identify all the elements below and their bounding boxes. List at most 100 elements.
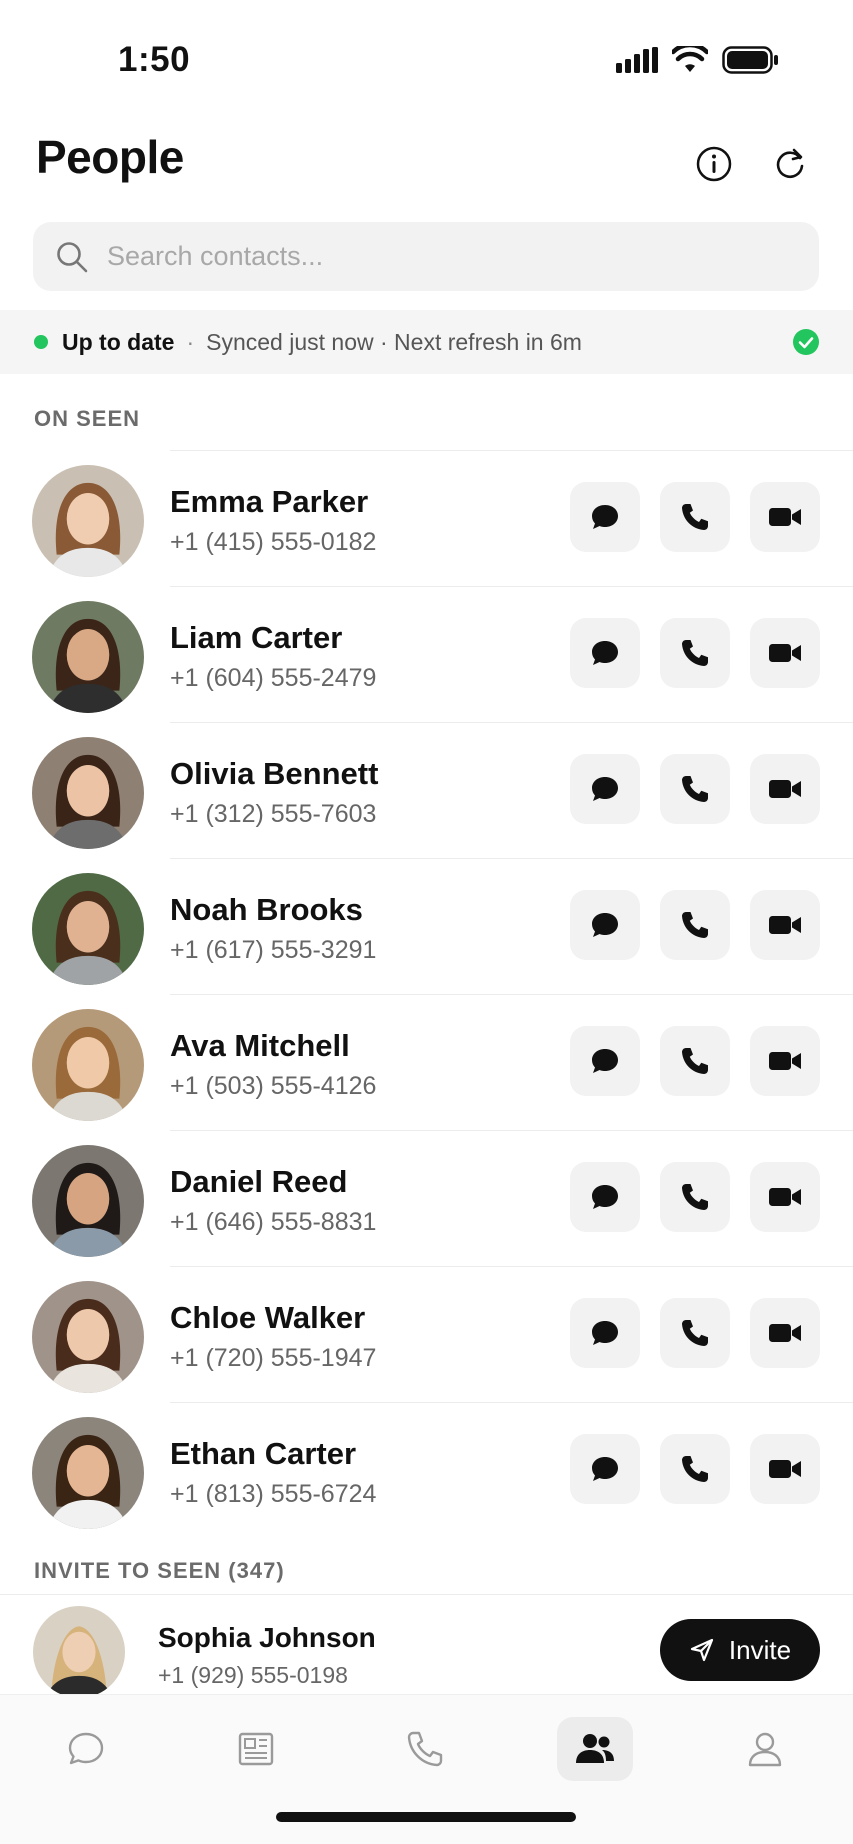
phone-icon	[682, 912, 708, 938]
divider	[170, 994, 853, 995]
status-time: 1:50	[118, 40, 191, 79]
profile-icon	[748, 1732, 782, 1767]
video-icon	[769, 1460, 801, 1478]
contact-row[interactable]: Ethan Carter +1 (813) 555-6724	[0, 1402, 853, 1538]
sync-banner: Up to date · Synced just now · Next refr…	[0, 310, 853, 374]
section-invite: INVITE TO SEEN (347)	[34, 1558, 285, 1583]
tab-calls[interactable]	[387, 1717, 463, 1781]
avatar[interactable]	[32, 1417, 144, 1529]
message-button[interactable]	[570, 618, 640, 688]
home-indicator[interactable]	[276, 1812, 576, 1822]
call-button[interactable]	[660, 618, 730, 688]
contact-name: Daniel Reed	[170, 1164, 348, 1199]
avatar[interactable]	[33, 1606, 125, 1698]
status-icons	[616, 46, 778, 74]
message-icon	[592, 1321, 618, 1345]
search-bar[interactable]	[33, 222, 819, 291]
battery-icon	[722, 46, 778, 74]
message-icon	[592, 1049, 618, 1073]
divider	[170, 858, 853, 859]
message-icon	[592, 505, 618, 529]
video-call-button[interactable]	[750, 1434, 820, 1504]
message-button[interactable]	[570, 890, 640, 960]
avatar[interactable]	[32, 601, 144, 713]
header: People	[0, 130, 853, 200]
contact-row[interactable]: Noah Brooks +1 (617) 555-3291	[0, 858, 853, 994]
tab-people[interactable]	[557, 1717, 633, 1781]
contact-phone: +1 (312) 555-7603	[170, 800, 377, 828]
wifi-icon	[672, 46, 708, 72]
call-button[interactable]	[660, 1434, 730, 1504]
call-button[interactable]	[660, 1162, 730, 1232]
call-button[interactable]	[660, 754, 730, 824]
divider	[170, 450, 853, 451]
contact-name: Ava Mitchell	[170, 1028, 350, 1063]
contact-row[interactable]: Liam Carter +1 (604) 555-2479	[0, 586, 853, 722]
invite-row: Sophia Johnson +1 (929) 555-0198 Invite	[0, 1594, 853, 1698]
video-call-button[interactable]	[750, 1162, 820, 1232]
sync-status: Up to date	[62, 328, 175, 355]
video-call-button[interactable]	[750, 482, 820, 552]
video-icon	[769, 1324, 801, 1342]
phone-icon	[682, 1456, 708, 1482]
contact-row[interactable]: Olivia Bennett +1 (312) 555-7603	[0, 722, 853, 858]
call-button[interactable]	[660, 1298, 730, 1368]
search-input[interactable]	[107, 241, 747, 272]
contact-row[interactable]: Ava Mitchell +1 (503) 555-4126	[0, 994, 853, 1130]
video-call-button[interactable]	[750, 890, 820, 960]
page-title: People	[36, 131, 184, 183]
contact-row[interactable]: Chloe Walker +1 (720) 555-1947	[0, 1266, 853, 1402]
video-call-button[interactable]	[750, 618, 820, 688]
message-button[interactable]	[570, 1162, 640, 1232]
message-icon	[592, 641, 618, 665]
message-button[interactable]	[570, 1298, 640, 1368]
phone-icon	[682, 1184, 708, 1210]
divider	[0, 1594, 853, 1595]
video-call-button[interactable]	[750, 1026, 820, 1096]
divider	[170, 722, 853, 723]
divider	[170, 1402, 853, 1403]
video-icon	[769, 1052, 801, 1070]
call-button[interactable]	[660, 1026, 730, 1096]
info-icon	[696, 146, 732, 182]
tab-chats[interactable]	[48, 1717, 124, 1781]
tab-profile[interactable]	[727, 1717, 803, 1781]
video-icon	[769, 644, 801, 662]
contact-phone: +1 (813) 555-6724	[170, 1480, 377, 1508]
video-icon	[769, 508, 801, 526]
tab-news[interactable]	[218, 1717, 294, 1781]
refresh-button[interactable]	[768, 142, 812, 186]
phone-icon	[682, 776, 708, 802]
invite-button-label: Invite	[728, 1634, 792, 1665]
avatar[interactable]	[32, 737, 144, 849]
avatar[interactable]	[32, 1145, 144, 1257]
video-call-button[interactable]	[750, 1298, 820, 1368]
message-icon	[592, 777, 618, 801]
avatar[interactable]	[32, 1009, 144, 1121]
message-button[interactable]	[570, 482, 640, 552]
contact-row[interactable]: Daniel Reed +1 (646) 555-8831	[0, 1130, 853, 1266]
invite-button[interactable]: Invite	[660, 1619, 820, 1681]
video-icon	[769, 780, 801, 798]
phone-icon	[682, 504, 708, 530]
check-circle-icon	[793, 329, 819, 355]
avatar[interactable]	[32, 873, 144, 985]
avatar[interactable]	[32, 1281, 144, 1393]
contact-phone: +1 (720) 555-1947	[170, 1344, 377, 1372]
video-call-button[interactable]	[750, 754, 820, 824]
info-button[interactable]	[692, 142, 736, 186]
divider	[170, 1130, 853, 1131]
avatar[interactable]	[32, 465, 144, 577]
video-icon	[769, 916, 801, 934]
message-button[interactable]	[570, 1434, 640, 1504]
divider	[170, 1266, 853, 1267]
message-button[interactable]	[570, 754, 640, 824]
status-bar: 1:50	[0, 0, 853, 110]
invite-contact-name: Sophia Johnson	[158, 1622, 376, 1653]
news-icon	[238, 1732, 274, 1766]
call-button[interactable]	[660, 890, 730, 960]
message-button[interactable]	[570, 1026, 640, 1096]
contact-phone: +1 (415) 555-0182	[170, 528, 377, 556]
call-button[interactable]	[660, 482, 730, 552]
contact-row[interactable]: Emma Parker +1 (415) 555-0182	[0, 450, 853, 586]
